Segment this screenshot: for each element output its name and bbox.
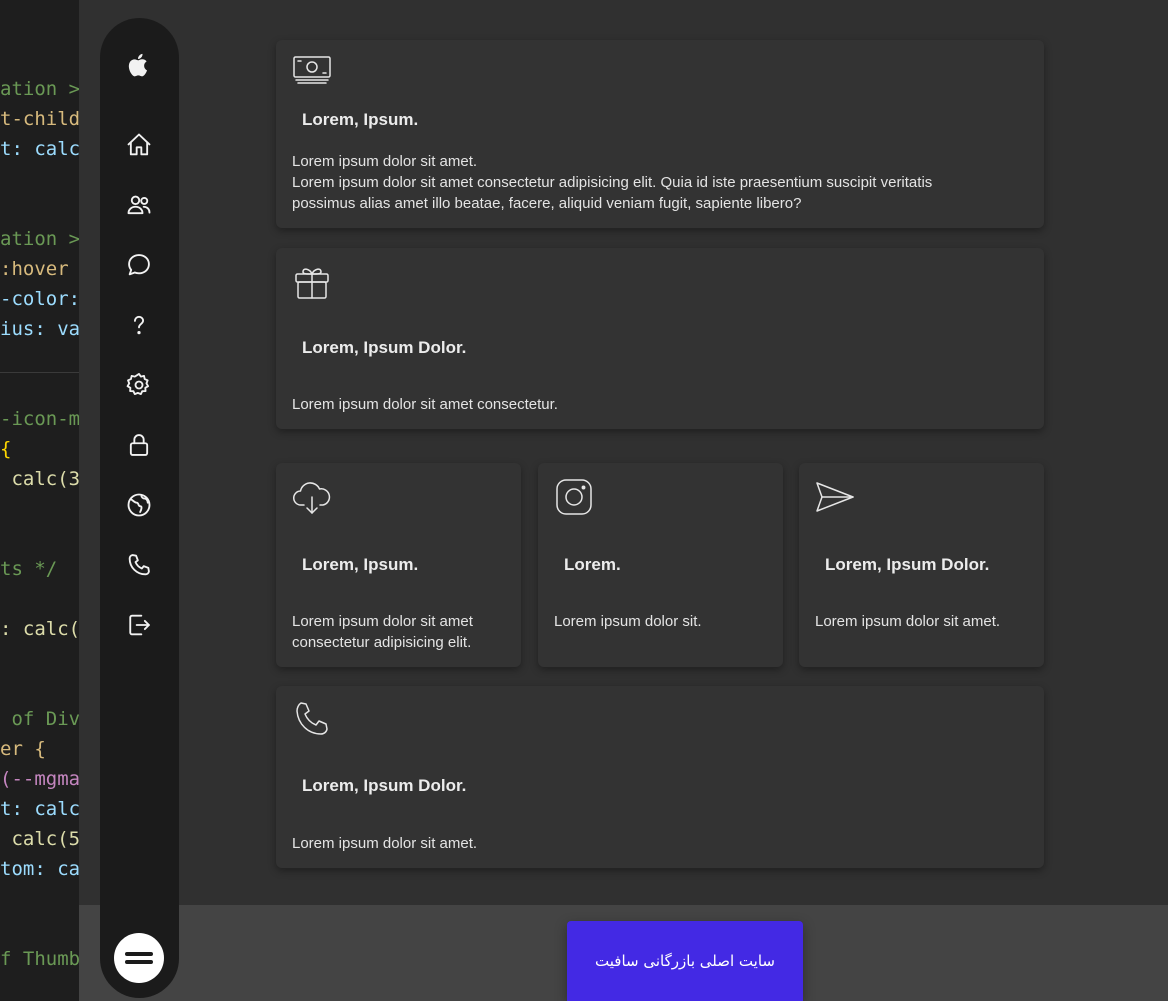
users-icon[interactable]	[124, 190, 154, 220]
card-title: Lorem, Ipsum Dolor.	[302, 776, 467, 795]
code-line: {	[0, 438, 12, 460]
code-line: t: calc	[0, 138, 79, 160]
card-gift: Lorem, Ipsum Dolor. Lorem ipsum dolor si…	[276, 248, 1044, 429]
card-send: Lorem, Ipsum Dolor. Lorem ipsum dolor si…	[799, 463, 1044, 667]
code-line: f Thumb	[0, 948, 79, 970]
code-line: (--mgma	[0, 768, 79, 790]
main-site-button[interactable]: سایت اصلی بازرگانی سافیت	[567, 921, 803, 1001]
card-text: Lorem ipsum dolor sit amet.	[815, 613, 1001, 630]
code-line: t-child	[0, 108, 79, 130]
send-icon	[815, 477, 855, 517]
code-line: tom: ca	[0, 858, 79, 880]
code-line: -color:	[0, 288, 79, 310]
apple-icon[interactable]	[124, 50, 154, 80]
card-text: Lorem ipsum dolor sit amet. Lorem ipsum …	[292, 151, 984, 214]
card-title: Lorem, Ipsum.	[302, 110, 419, 129]
card-money: Lorem, Ipsum. Lorem ipsum dolor sit amet…	[276, 40, 1044, 228]
code-line: er {	[0, 738, 46, 760]
logout-icon[interactable]	[124, 610, 154, 640]
card-text: Lorem ipsum dolor sit amet.	[292, 835, 478, 852]
code-line: calc(3	[0, 468, 79, 490]
sidebar	[100, 18, 179, 998]
card-text-line: Lorem ipsum dolor sit amet consectetur a…	[292, 174, 933, 212]
code-line: calc(5	[0, 828, 79, 850]
globe-icon[interactable]	[124, 490, 154, 520]
code-line: t: calc	[0, 798, 79, 820]
card-title: Lorem.	[564, 555, 621, 574]
code-line: ius: va	[0, 318, 79, 340]
code-line: : calc(	[0, 618, 79, 640]
card-text: Lorem ipsum dolor sit.	[554, 613, 702, 630]
instagram-icon	[554, 477, 594, 517]
home-icon[interactable]	[124, 130, 154, 160]
code-line: :hover	[0, 258, 79, 280]
card-cloud-download: Lorem, Ipsum. Lorem ipsum dolor sit amet…	[276, 463, 521, 667]
code-line: ation >	[0, 78, 79, 100]
settings-icon[interactable]	[124, 370, 154, 400]
card-text-line: Lorem ipsum dolor sit amet.	[292, 153, 478, 170]
card-text: Lorem ipsum dolor sit amet consectetur.	[292, 396, 558, 413]
card-title: Lorem, Ipsum Dolor.	[302, 338, 467, 357]
card-title: Lorem, Ipsum Dolor.	[825, 555, 990, 574]
code-editor-background: ation > t-child t: calc ation > :hover -…	[0, 0, 79, 1001]
phone-icon	[292, 700, 332, 740]
lock-icon[interactable]	[124, 430, 154, 460]
gift-icon	[292, 262, 332, 302]
editor-divider	[0, 372, 79, 373]
help-icon[interactable]	[124, 310, 154, 340]
card-title: Lorem, Ipsum.	[302, 555, 419, 574]
hamburger-bar	[125, 952, 153, 956]
hamburger-icon[interactable]	[114, 933, 164, 983]
card-instagram: Lorem. Lorem ipsum dolor sit.	[538, 463, 783, 667]
code-line: ts */	[0, 558, 58, 580]
phone-icon[interactable]	[124, 550, 154, 580]
code-line: -icon-m	[0, 408, 79, 430]
card-text: Lorem ipsum dolor sit amet consectetur a…	[292, 613, 473, 651]
code-line: ation >	[0, 228, 79, 250]
card-phone: Lorem, Ipsum Dolor. Lorem ipsum dolor si…	[276, 686, 1044, 868]
cloud-download-icon	[292, 477, 332, 517]
chat-icon[interactable]	[124, 250, 154, 280]
hamburger-bar	[125, 960, 153, 964]
code-line: of Div	[0, 708, 79, 730]
money-icon	[292, 50, 332, 90]
